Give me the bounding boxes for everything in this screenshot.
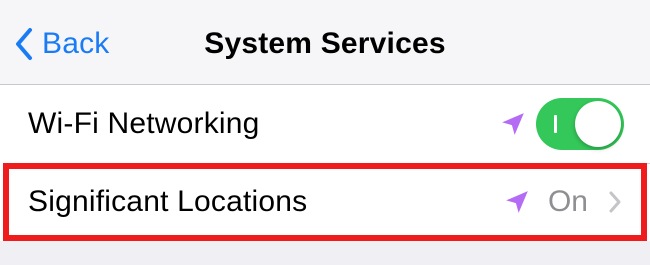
location-arrow-icon: [502, 113, 524, 135]
chevron-right-icon: [609, 191, 621, 213]
wifi-networking-toggle[interactable]: [536, 98, 624, 150]
navigation-bar: Back System Services: [0, 0, 650, 85]
toggle-knob: [575, 101, 621, 147]
location-arrow-icon: [506, 191, 528, 213]
toggle-on-indicator: [554, 115, 557, 133]
screen: Back System Services Wi-Fi Networking Si…: [0, 0, 650, 265]
list-item-label: Significant Locations: [28, 185, 308, 218]
list-item-significant-locations[interactable]: Significant Locations On: [0, 163, 650, 241]
settings-list: Wi-Fi Networking Significant Locations O…: [0, 85, 650, 241]
status-value: On: [547, 185, 588, 218]
page-title: System Services: [204, 27, 446, 60]
list-item-label: Wi-Fi Networking: [28, 107, 260, 140]
list-item-wifi-networking: Wi-Fi Networking: [0, 85, 650, 163]
